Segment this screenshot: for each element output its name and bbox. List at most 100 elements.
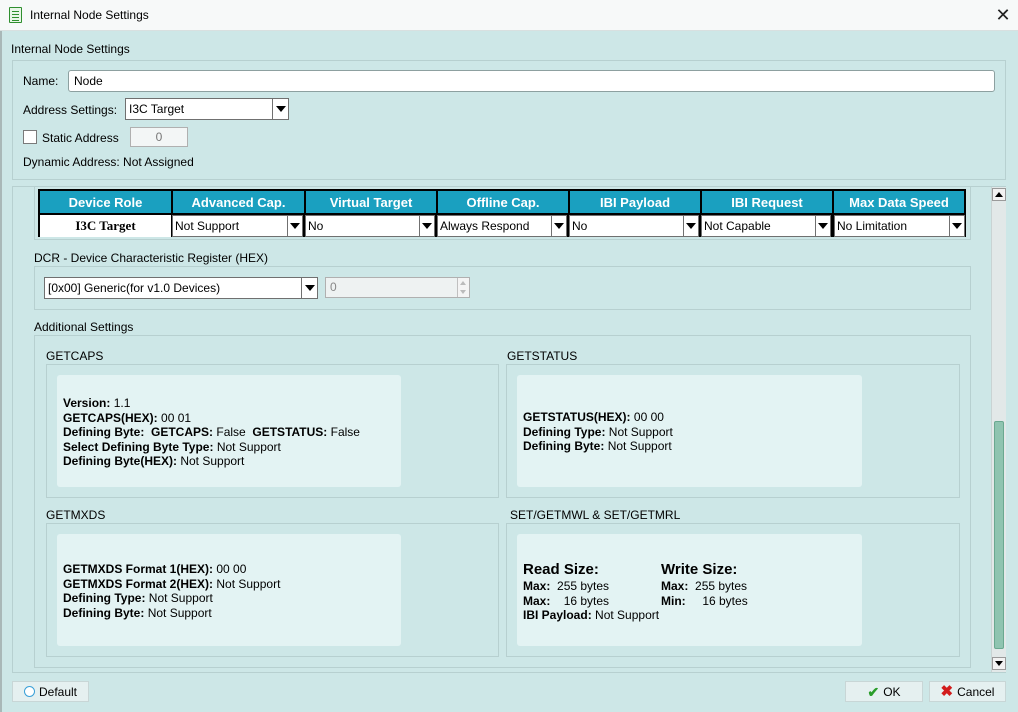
write-max-value: 255 bytes	[695, 579, 748, 593]
window-title: Internal Node Settings	[30, 8, 149, 22]
advanced-cap-value: Not Support	[175, 219, 240, 233]
chevron-down-icon	[949, 216, 964, 236]
write-min-value: 16 bytes	[702, 593, 748, 608]
section-title: Internal Node Settings	[11, 42, 130, 56]
getmxds-f2-label: GETMXDS Format 2(HEX):	[63, 576, 214, 591]
getmxds-f1-value: 00 00	[216, 562, 247, 576]
version-value: 1.1	[113, 396, 131, 410]
default-button[interactable]: Default	[12, 681, 89, 702]
getmxds-f1-label: GETMXDS Format 1(HEX):	[63, 562, 214, 576]
getcaps-card: Version: 1.1 GETCAPS(HEX): 00 01 Definin…	[57, 375, 401, 487]
def-byte-hex-value: Not Support	[180, 454, 245, 469]
static-address-checkbox[interactable]	[23, 130, 37, 144]
ibi-payload-select[interactable]: No	[569, 215, 699, 237]
getstatus-type-label: Defining Type:	[523, 424, 606, 439]
setget-title: SET/GETMWL & SET/GETMRL	[510, 508, 681, 522]
def-byte-hex-label: Defining Byte(HEX):	[63, 454, 177, 469]
getcaps-title: GETCAPS	[46, 349, 104, 363]
ibi-request-select[interactable]: Not Capable	[701, 215, 831, 237]
static-address-input[interactable]: 0	[130, 127, 188, 147]
getstatus-byte-label: Defining Byte:	[523, 439, 605, 454]
getmxds-type-label: Defining Type:	[63, 591, 146, 606]
select-type-label: Select Defining Byte Type:	[63, 439, 214, 454]
getstatus-card: GETSTATUS(HEX): 00 00 Defining Type: Not…	[517, 375, 862, 487]
close-button[interactable]: ✕	[993, 5, 1013, 25]
title-bar: Internal Node Settings ✕	[0, 0, 1018, 31]
scroll-down-icon[interactable]	[992, 657, 1006, 670]
read-max-value: 255 bytes	[557, 579, 610, 593]
dcr-spinner-value: 0	[330, 280, 337, 294]
getcaps-flag-label: GETCAPS:	[151, 425, 214, 440]
chevron-down-icon	[683, 216, 698, 236]
name-input[interactable]: Node	[68, 70, 995, 92]
read-max-label: Max:	[523, 579, 551, 593]
address-settings-value: I3C Target	[129, 102, 185, 116]
header-max-data-speed: Max Data Speed	[834, 191, 964, 213]
chevron-down-icon	[287, 216, 302, 236]
address-settings-label: Address Settings:	[23, 103, 118, 117]
default-label: Default	[38, 684, 78, 699]
ibi-payload-size-value: Not Support	[595, 608, 660, 623]
read-max2-value: 16 bytes	[563, 593, 610, 608]
ok-button[interactable]: ✔ OK	[845, 681, 923, 702]
dynamic-address-text: Dynamic Address: Not Assigned	[23, 155, 194, 169]
getmxds-byte-value: Not Support	[147, 605, 212, 620]
write-max-label: Max:	[661, 579, 689, 593]
virtual-target-select[interactable]: No	[305, 215, 435, 237]
window-edge	[0, 31, 2, 712]
check-icon: ✔	[867, 683, 880, 700]
scroll-up-icon[interactable]	[992, 188, 1006, 201]
cancel-label: Cancel	[957, 684, 995, 699]
getmxds-type-value: Not Support	[148, 591, 213, 606]
dcr-spinner[interactable]: 0	[325, 277, 470, 298]
chevron-down-icon	[301, 278, 317, 298]
getstatus-byte-value: Not Support	[607, 439, 672, 454]
chevron-down-icon	[419, 216, 434, 236]
advanced-cap-select[interactable]: Not Support	[172, 215, 303, 237]
dcr-value: [0x00] Generic(for v1.0 Devices)	[48, 281, 221, 295]
name-label: Name:	[23, 74, 59, 88]
max-data-speed-select[interactable]: No Limitation	[834, 215, 965, 237]
ok-label: OK	[883, 684, 901, 699]
getcaps-flag-value: False	[216, 425, 246, 440]
ibi-request-value: Not Capable	[704, 219, 771, 233]
chevron-down-icon	[551, 216, 566, 236]
header-device-role: Device Role	[40, 191, 171, 213]
getstatus-flag-label: GETSTATUS:	[252, 425, 328, 440]
dcr-select[interactable]: [0x00] Generic(for v1.0 Devices)	[44, 277, 318, 299]
getstatus-hex-value: 00 00	[633, 410, 664, 424]
header-advanced-cap: Advanced Cap.	[173, 191, 304, 213]
app-icon	[9, 7, 22, 23]
getmxds-card: GETMXDS Format 1(HEX): 00 00 GETMXDS For…	[57, 534, 401, 646]
dcr-label: DCR - Device Characteristic Register (HE…	[34, 251, 269, 265]
device-role-cell: I3C Target	[40, 215, 171, 237]
getcaps-hex-value: 00 01	[161, 410, 192, 425]
defining-byte-label: Defining Byte:	[63, 425, 145, 440]
getstatus-hex-label: GETSTATUS(HEX):	[523, 410, 631, 424]
getmxds-title: GETMXDS	[46, 508, 106, 522]
vertical-scrollbar[interactable]	[991, 187, 1006, 672]
cancel-icon: ✖	[940, 682, 954, 700]
offline-cap-value: Always Respond	[440, 219, 530, 233]
version-label: Version:	[63, 396, 111, 410]
chevron-down-icon	[272, 99, 288, 119]
max-data-speed-value: No Limitation	[837, 219, 908, 233]
offline-cap-select[interactable]: Always Respond	[437, 215, 567, 237]
header-ibi-payload: IBI Payload	[570, 191, 700, 213]
getmxds-f2-value: Not Support	[216, 576, 281, 591]
static-address-label: Static Address	[42, 131, 119, 145]
cancel-button[interactable]: ✖ Cancel	[929, 681, 1006, 702]
header-ibi-request: IBI Request	[702, 191, 832, 213]
additional-settings-title: Additional Settings	[34, 320, 134, 334]
default-icon	[23, 686, 35, 697]
getmxds-byte-label: Defining Byte:	[63, 605, 145, 620]
chevron-down-icon	[815, 216, 830, 236]
ibi-payload-label: IBI Payload:	[523, 608, 592, 623]
address-settings-select[interactable]: I3C Target	[125, 98, 289, 120]
scroll-thumb[interactable]	[994, 421, 1004, 649]
header-virtual-target: Virtual Target	[306, 191, 436, 213]
write-size-title: Write Size:	[661, 561, 738, 578]
spinner-arrows-icon[interactable]	[457, 278, 469, 297]
select-type-value: Not Support	[216, 439, 281, 454]
setget-card: Read Size: Max: 255 bytes Max: 16 bytes …	[517, 534, 862, 646]
